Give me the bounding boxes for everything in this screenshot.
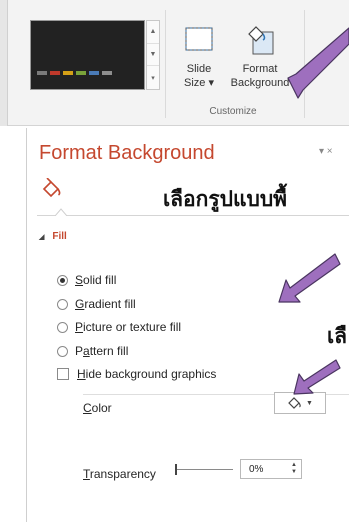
- slide-size-label: Slide: [186, 63, 212, 75]
- transparency-input[interactable]: 0% ▲ ▼: [240, 459, 302, 479]
- format-background-label: Format: [242, 63, 278, 75]
- pattern-fill-option[interactable]: Pattern fill: [57, 344, 128, 358]
- ribbon-frame: [0, 0, 8, 126]
- paint-bucket-icon: [288, 397, 301, 409]
- ribbon-separator-2: [304, 10, 305, 118]
- gradient-fill-radio[interactable]: [57, 298, 68, 310]
- color-picker-button[interactable]: ▼: [274, 392, 326, 414]
- format-background-icon: [245, 24, 275, 56]
- radio-selected-dot: [60, 277, 65, 283]
- solid-fill-radio[interactable]: [57, 274, 68, 286]
- hide-graphics-checkbox[interactable]: [57, 368, 69, 380]
- solid-fill-option[interactable]: Solid fill: [57, 273, 116, 287]
- slide-size-icon: [184, 24, 214, 56]
- ribbon-separator: [165, 10, 166, 118]
- gallery-more-icon[interactable]: ▾: [147, 66, 159, 89]
- chevron-down-icon: ▼: [306, 399, 313, 407]
- annotation-text: เลือกรูปแบบพื้: [163, 187, 288, 211]
- slider-track: [175, 469, 233, 470]
- gallery-scroll[interactable]: ▲ ▼ ▾: [146, 20, 160, 90]
- fill-section-header[interactable]: ◢ Fill: [39, 231, 67, 242]
- collapse-triangle-icon[interactable]: ◢: [39, 234, 44, 241]
- fill-section-label: Fill: [52, 231, 67, 242]
- customize-group-label: Customize: [209, 106, 257, 117]
- slider-thumb[interactable]: [175, 464, 177, 475]
- transparency-label: Transparency: [83, 467, 156, 481]
- spinner-icon[interactable]: ▲ ▼: [291, 462, 297, 476]
- picture-fill-radio[interactable]: [57, 321, 68, 333]
- pattern-fill-radio[interactable]: [57, 345, 68, 357]
- fill-bucket-icon[interactable]: [41, 178, 63, 200]
- pane-title: Format Background: [39, 142, 215, 164]
- gradient-fill-option[interactable]: Gradient fill: [57, 297, 136, 311]
- gallery-down-icon[interactable]: ▼: [147, 44, 159, 67]
- slide-size-button[interactable]: Slide Size ▾: [176, 24, 222, 90]
- variant-color-strip: [37, 71, 112, 75]
- format-background-button[interactable]: Format Background: [222, 24, 298, 90]
- pane-options-close[interactable]: ▾ ×: [319, 146, 333, 157]
- gallery-up-icon[interactable]: ▲: [147, 21, 159, 44]
- annotation-text-2: เลื: [327, 324, 348, 348]
- ribbon: ▲ ▼ ▾ Slide Size ▾ Format Background Cus…: [0, 0, 349, 126]
- theme-variants-gallery[interactable]: [30, 20, 145, 90]
- slide-size-label-2: Size ▾: [184, 77, 214, 89]
- format-background-label-2: Background: [230, 77, 290, 89]
- picture-fill-option[interactable]: Picture or texture fill: [57, 320, 181, 334]
- transparency-value: 0%: [249, 463, 264, 475]
- tab-caret-icon: [55, 208, 67, 216]
- hide-background-graphics-option[interactable]: Hide background graphics: [57, 367, 216, 381]
- color-label: Color: [83, 401, 112, 415]
- transparency-slider[interactable]: [175, 463, 233, 475]
